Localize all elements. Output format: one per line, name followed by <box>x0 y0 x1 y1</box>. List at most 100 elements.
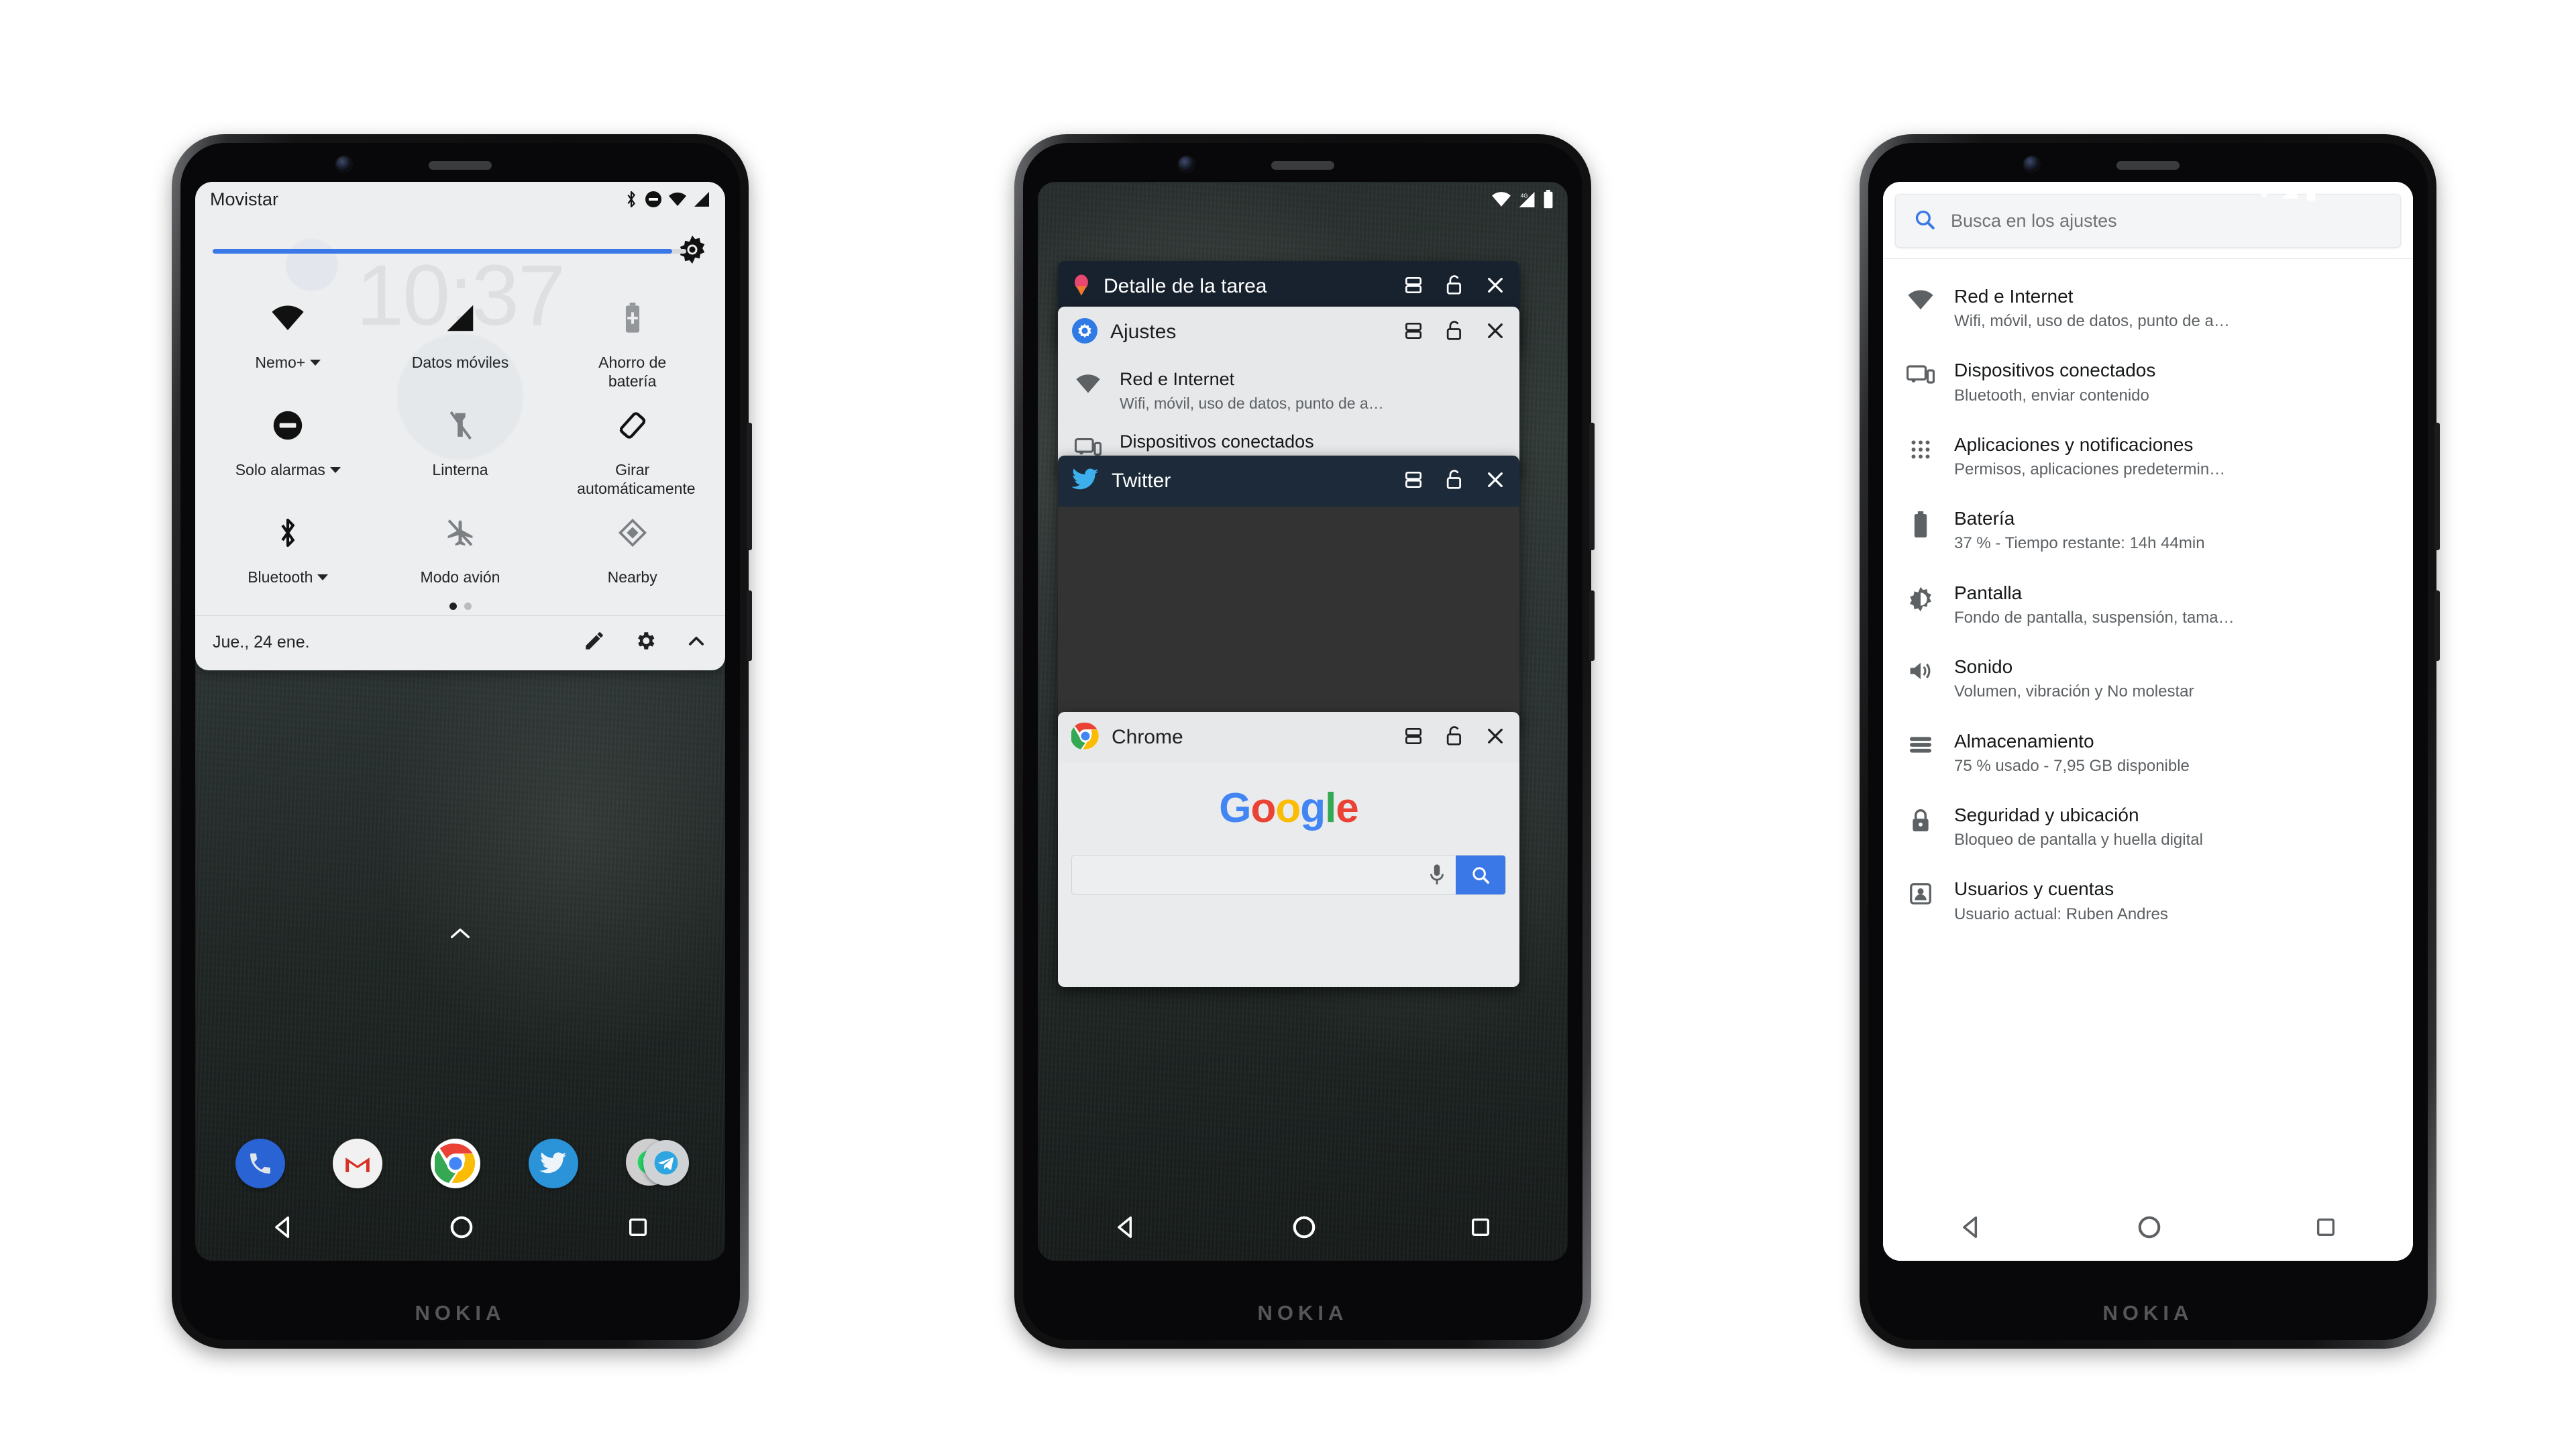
window-titlebar[interactable]: Detalle de la tarea <box>1058 261 1519 312</box>
wifi-icon <box>2254 183 2274 205</box>
recents-icon[interactable] <box>1469 1216 1492 1242</box>
unlock-icon[interactable] <box>1444 274 1464 299</box>
signal-4g-icon: 4G <box>1517 191 1536 208</box>
pager-dot-active[interactable] <box>449 603 457 611</box>
chevron-down-icon[interactable] <box>317 574 329 580</box>
tile-label: Solo alarmas <box>235 461 325 479</box>
home-icon[interactable] <box>1291 1214 1317 1243</box>
unlock-icon[interactable] <box>1444 725 1464 750</box>
close-icon[interactable] <box>1485 725 1506 750</box>
window-ajustes[interactable]: Ajustes Red e Internet Wifi, móvil, uso … <box>1058 307 1519 474</box>
tile-mobile-data[interactable]: Datos móviles <box>374 298 547 391</box>
split-screen-icon[interactable] <box>1403 320 1424 345</box>
window-titlebar[interactable]: Twitter <box>1058 456 1519 507</box>
close-icon[interactable] <box>1485 274 1506 299</box>
window-twitter[interactable]: Twitter <box>1058 456 1519 731</box>
storage-icon <box>1904 730 1937 756</box>
telegram-app-icon[interactable] <box>643 1140 690 1186</box>
settings-gear-icon[interactable] <box>634 629 657 656</box>
close-icon[interactable] <box>1485 469 1506 494</box>
volume-button[interactable] <box>1589 423 1595 550</box>
back-icon[interactable] <box>1959 1214 1984 1243</box>
search-button[interactable] <box>1456 856 1505 894</box>
quick-settings-tiles: Nemo+ Datos móviles Ahorro de batería So… <box>195 278 725 590</box>
app-drawer-chevron-up-icon[interactable] <box>195 923 725 946</box>
phone-app-icon[interactable] <box>235 1139 285 1188</box>
power-button[interactable] <box>2434 590 2440 661</box>
twitter-app-icon[interactable] <box>528 1139 578 1188</box>
tile-bluetooth[interactable]: Bluetooth <box>202 513 374 586</box>
brightness-slider[interactable] <box>195 217 725 278</box>
earpiece-speaker <box>2116 161 2180 170</box>
gmail-app-icon[interactable] <box>333 1139 383 1188</box>
tile-nearby[interactable]: Nearby <box>546 513 718 586</box>
back-icon[interactable] <box>271 1214 297 1243</box>
signal-4g-icon: 4G <box>2280 183 2299 205</box>
power-button[interactable] <box>747 590 752 661</box>
volume-button[interactable] <box>2434 423 2440 550</box>
account-icon <box>1904 878 1937 906</box>
task-detail-icon <box>1071 274 1091 300</box>
quick-settings-pager[interactable] <box>195 590 725 615</box>
tile-do-not-disturb[interactable]: Solo alarmas <box>202 405 374 498</box>
tile-wifi[interactable]: Nemo+ <box>202 298 374 391</box>
settings-item-usuarios-y-cuentas[interactable]: Usuarios y cuentas Usuario actual: Ruben… <box>1883 863 2413 937</box>
tile-flashlight[interactable]: Linterna <box>374 405 547 498</box>
microphone-icon[interactable] <box>1418 864 1456 886</box>
unlock-icon[interactable] <box>1444 320 1464 345</box>
power-button[interactable] <box>1589 590 1595 661</box>
row-title: Dispositivos conectados <box>1120 431 1314 452</box>
settings-item-pantalla[interactable]: Pantalla Fondo de pantalla, suspensión, … <box>1883 567 2413 641</box>
chevron-down-icon[interactable] <box>310 359 321 366</box>
brand-logo: NOKIA <box>1257 1301 1348 1325</box>
item-title: Sonido <box>1954 656 2013 678</box>
google-search-bar[interactable] <box>1071 855 1506 895</box>
collapse-chevron-up-icon[interactable] <box>685 629 708 656</box>
tile-label: Modo avión <box>420 568 500 586</box>
settings-item-dispositivos-conectados[interactable]: Dispositivos conectados Bluetooth, envia… <box>1883 344 2413 418</box>
settings-item-red-e-internet[interactable]: Red e Internet Wifi, móvil, uso de datos… <box>1883 270 2413 344</box>
split-screen-icon[interactable] <box>1403 469 1424 494</box>
close-icon[interactable] <box>1485 320 1506 345</box>
window-titlebar[interactable]: Ajustes <box>1058 307 1519 358</box>
tile-airplane-mode[interactable]: Modo avión <box>374 513 547 586</box>
carrier-label: Movistar <box>210 189 279 209</box>
dock-folder[interactable] <box>626 1139 690 1188</box>
item-title: Aplicaciones y notificaciones <box>1954 433 2194 455</box>
signal-icon <box>443 298 477 338</box>
window-chrome[interactable]: Chrome Google <box>1058 712 1519 987</box>
phone2-screen: 4G Detalle de la tarea Ajustes Red e Int… <box>1038 182 1568 1261</box>
tile-battery-saver[interactable]: Ahorro de batería <box>546 298 718 391</box>
window-titlebar[interactable]: Chrome <box>1058 712 1519 763</box>
home-icon[interactable] <box>2137 1214 2162 1243</box>
settings-item-aplicaciones-y-notificaciones[interactable]: Aplicaciones y notificaciones Permisos, … <box>1883 419 2413 493</box>
chevron-down-icon[interactable] <box>329 466 341 473</box>
brightness-track[interactable] <box>213 249 686 254</box>
settings-item-seguridad-y-ubicacion[interactable]: Seguridad y ubicación Bloqueo de pantall… <box>1883 789 2413 863</box>
settings-row[interactable]: Red e Internet Wifi, móvil, uso de datos… <box>1058 358 1519 420</box>
back-icon[interactable] <box>1114 1214 1139 1243</box>
split-screen-icon[interactable] <box>1403 725 1424 750</box>
do-not-disturb-icon <box>645 191 662 208</box>
home-icon[interactable] <box>449 1214 474 1243</box>
svg-text:4G: 4G <box>1521 192 1528 199</box>
item-subtitle: Bloqueo de pantalla y huella digital <box>1954 831 2203 849</box>
item-subtitle: Volumen, vibración y No molestar <box>1954 682 2194 701</box>
item-subtitle: 37 % - Tiempo restante: 14h 44min <box>1954 534 2205 553</box>
recents-icon[interactable] <box>2314 1216 2337 1242</box>
tile-auto-rotate[interactable]: Girar automáticamente <box>546 405 718 498</box>
cast-icon <box>1904 359 1937 386</box>
chrome-app-icon[interactable] <box>430 1139 480 1188</box>
window-content <box>1058 507 1519 731</box>
volume-button[interactable] <box>747 423 752 550</box>
settings-item-bateria[interactable]: Batería 37 % - Tiempo restante: 14h 44mi… <box>1883 493 2413 566</box>
window-title: Detalle de la tarea <box>1104 275 1267 297</box>
front-camera-icon <box>1179 156 1194 172</box>
unlock-icon[interactable] <box>1444 469 1464 494</box>
settings-item-almacenamiento[interactable]: Almacenamiento 75 % usado - 7,95 GB disp… <box>1883 715 2413 789</box>
recents-icon[interactable] <box>627 1216 649 1242</box>
edit-pencil-icon[interactable] <box>583 629 606 656</box>
pager-dot[interactable] <box>464 603 472 611</box>
settings-item-sonido[interactable]: Sonido Volumen, vibración y No molestar <box>1883 641 2413 715</box>
split-screen-icon[interactable] <box>1403 274 1424 299</box>
